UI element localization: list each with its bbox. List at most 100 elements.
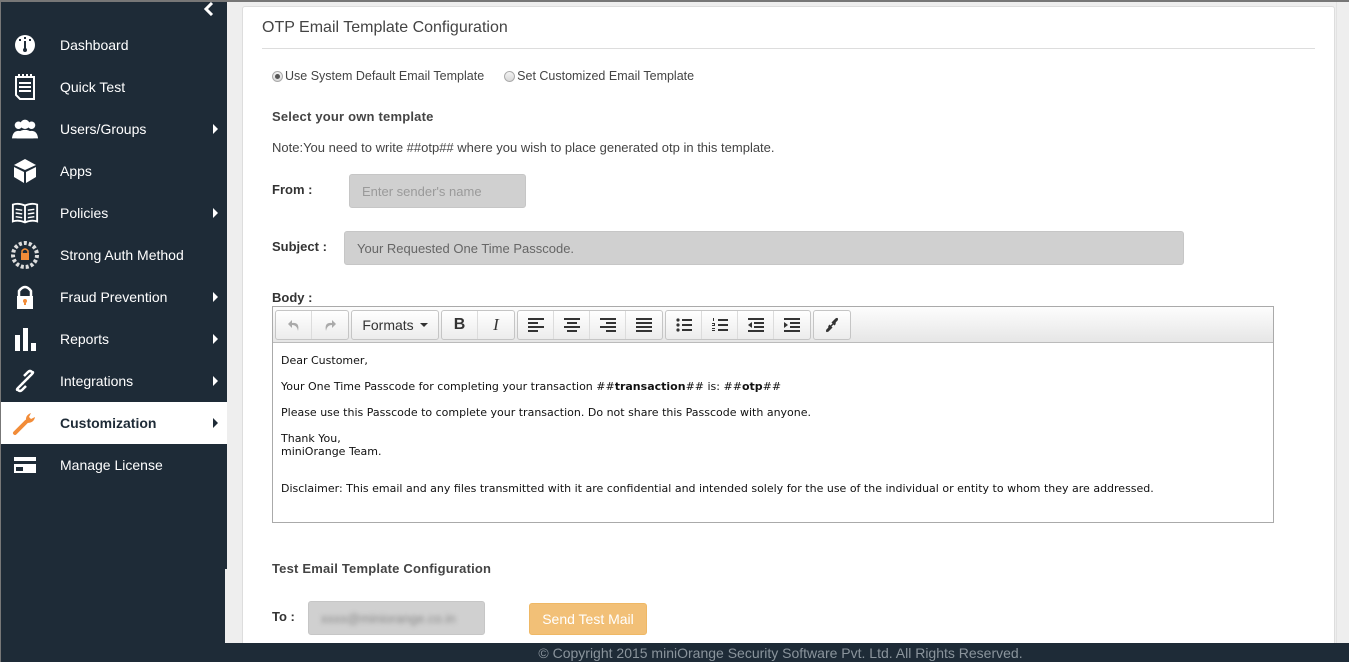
- select-template-heading: Select your own template: [272, 109, 434, 124]
- history-group: [275, 309, 349, 340]
- submenu-caret-icon: [213, 418, 218, 428]
- radio-unchecked-icon[interactable]: [504, 70, 516, 82]
- page-title: OTP Email Template Configuration: [262, 19, 508, 36]
- email-otp-line: Your One Time Passcode for completing yo…: [281, 380, 1265, 393]
- numbered-list-icon: [711, 317, 728, 331]
- radio-set-customized[interactable]: Set Customized Email Template: [504, 69, 694, 83]
- title-divider: [262, 48, 1315, 49]
- sidebar-item-customization[interactable]: Customization: [1, 402, 227, 444]
- sidebar: Dashboard Quick Test Users/Groups Apps P…: [1, 1, 227, 662]
- email-signoff-1: Thank You,: [281, 432, 341, 445]
- sidebar-item-quick-test[interactable]: Quick Test: [1, 66, 227, 108]
- editor-content[interactable]: Dear Customer, Your One Time Passcode fo…: [273, 343, 1273, 519]
- align-justify-button[interactable]: [626, 311, 662, 339]
- align-left-button[interactable]: [518, 310, 554, 339]
- outdent-button[interactable]: [738, 310, 774, 339]
- sidebar-item-users-groups[interactable]: Users/Groups: [1, 108, 227, 150]
- send-test-mail-button[interactable]: Send Test Mail: [529, 603, 647, 635]
- otp-hash-open: ##: [723, 380, 742, 393]
- tx-placeholder: transaction: [614, 380, 686, 393]
- editor-toolbar: Formats B I: [273, 307, 1273, 343]
- chevron-down-icon: [419, 322, 428, 327]
- otp-hash-close: ##: [762, 380, 782, 393]
- submenu-caret-icon: [213, 208, 218, 218]
- copyright-text: © Copyright 2015 miniOrange Security Sof…: [538, 645, 1023, 661]
- test-section-heading: Test Email Template Configuration: [272, 561, 492, 576]
- sidebar-item-dashboard[interactable]: Dashboard: [1, 24, 227, 66]
- radio-checked-icon[interactable]: [272, 70, 283, 82]
- to-email-input[interactable]: xxxx@miniorange.co.in: [308, 601, 485, 635]
- auth-lock-icon: [11, 241, 39, 269]
- to-label: To :: [272, 609, 295, 624]
- page-scrollbar[interactable]: [1336, 2, 1349, 644]
- radio-label: Use System Default Email Template: [285, 69, 485, 83]
- wrench-icon: [11, 410, 39, 436]
- subject-input-value: Your Requested One Time Passcode.: [357, 240, 575, 256]
- align-right-icon: [599, 317, 616, 332]
- otp-placeholder-note: Note:You need to write ##otp## where you…: [272, 140, 775, 155]
- sidebar-item-label: Integrations: [60, 373, 134, 389]
- sidebar-item-label: Dashboard: [60, 37, 129, 53]
- align-center-button[interactable]: [554, 310, 590, 339]
- bullet-list-button[interactable]: [666, 310, 702, 339]
- bar-chart-icon: [11, 326, 39, 352]
- submenu-caret-icon: [213, 334, 218, 344]
- redo-button[interactable]: [312, 311, 348, 339]
- sidebar-item-fraud-prevention[interactable]: Fraud Prevention: [1, 276, 227, 318]
- email-instruction: Please use this Passcode to complete you…: [281, 406, 812, 419]
- body-rich-text-editor: Formats B I Dear Customer, Your One Time…: [272, 306, 1274, 523]
- from-input[interactable]: Enter sender's name: [349, 174, 526, 208]
- sidebar-item-integrations[interactable]: Integrations: [1, 360, 227, 402]
- from-input-placeholder: Enter sender's name: [362, 183, 482, 199]
- list-group: [665, 309, 811, 340]
- otp-placeholder: otp: [741, 380, 763, 393]
- sidebar-item-manage-license[interactable]: Manage License: [1, 444, 227, 486]
- submenu-caret-icon: [213, 376, 218, 386]
- sidebar-item-policies[interactable]: Policies: [1, 192, 227, 234]
- bullet-list-icon: [675, 317, 692, 332]
- body-label: Body :: [272, 290, 313, 305]
- sidebar-item-label: Policies: [60, 205, 109, 221]
- radio-use-system-default[interactable]: Use System Default Email Template: [272, 69, 484, 83]
- to-email-value: xxxx@miniorange.co.in: [321, 610, 456, 626]
- link-group: [813, 309, 851, 340]
- sidebar-item-label: Strong Auth Method: [60, 247, 184, 263]
- tx-hash-close: ##: [685, 380, 704, 393]
- from-label: From :: [272, 182, 313, 197]
- tx-hash-open: ##: [596, 380, 615, 393]
- email-greeting: Dear Customer,: [281, 354, 368, 367]
- cube-icon: [11, 158, 39, 184]
- italic-icon: I: [493, 314, 499, 334]
- sidebar-item-apps[interactable]: Apps: [1, 150, 227, 192]
- align-right-button[interactable]: [590, 310, 626, 339]
- sidebar-collapse-button[interactable]: [199, 1, 219, 20]
- bold-button[interactable]: B: [442, 310, 478, 339]
- align-left-icon: [527, 317, 544, 332]
- dashboard-gauge-icon: [11, 32, 39, 58]
- italic-button[interactable]: I: [478, 311, 514, 339]
- insert-link-button[interactable]: [814, 311, 850, 339]
- subject-input[interactable]: Your Requested One Time Passcode.: [344, 231, 1184, 265]
- otp-line-prefix: Your One Time Passcode for completing yo…: [281, 380, 597, 393]
- footer: © Copyright 2015 miniOrange Security Sof…: [1, 643, 1349, 662]
- sidebar-item-strong-auth-method[interactable]: Strong Auth Method: [1, 234, 227, 276]
- undo-button[interactable]: [276, 310, 312, 339]
- submenu-caret-icon: [213, 124, 218, 134]
- chevron-left-icon: [203, 1, 214, 17]
- sidebar-item-reports[interactable]: Reports: [1, 318, 227, 360]
- indent-button[interactable]: [774, 311, 810, 339]
- sidebar-item-label: Manage License: [60, 457, 163, 473]
- undo-icon: [287, 319, 298, 331]
- style-group: B I: [441, 309, 515, 340]
- radio-label: Set Customized Email Template: [517, 69, 695, 83]
- align-justify-icon: [636, 317, 652, 332]
- link-icon: [11, 368, 39, 394]
- align-group: [517, 309, 663, 340]
- otp-email-template-panel: OTP Email Template Configuration Use Sys…: [242, 6, 1335, 656]
- formats-dropdown[interactable]: Formats: [352, 311, 438, 339]
- redo-icon: [325, 319, 336, 331]
- numbered-list-button[interactable]: [702, 310, 738, 339]
- email-signoff-2: miniOrange Team.: [281, 445, 382, 458]
- align-center-icon: [563, 317, 580, 332]
- outdent-icon: [747, 317, 764, 332]
